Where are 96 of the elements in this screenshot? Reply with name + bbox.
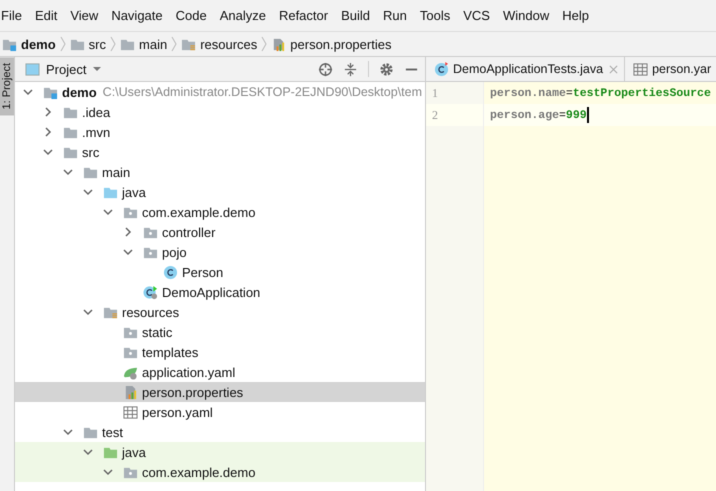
tree-item[interactable]: Person — [15, 262, 425, 282]
class-icon — [434, 62, 449, 76]
tree-item-label: com.example.demo — [142, 464, 256, 480]
tree-item-label: person.properties — [142, 384, 244, 400]
tree-item-label: java — [122, 444, 146, 460]
menu-item[interactable]: Run — [383, 8, 407, 23]
menu-item[interactable]: Analyze — [220, 8, 266, 23]
chevron-down-icon[interactable] — [23, 87, 33, 97]
table-icon — [633, 62, 648, 76]
chevron-right-icon[interactable] — [43, 127, 53, 137]
tree-item-label: DemoApplication — [162, 284, 260, 300]
window-icon — [25, 62, 40, 76]
menu-item[interactable]: File — [1, 8, 22, 23]
chevron-down-icon[interactable] — [63, 167, 73, 177]
chevron-icon — [171, 36, 178, 52]
tree-item-label: controller — [162, 224, 216, 240]
breadcrumb-item[interactable]: main — [120, 36, 168, 52]
breadcrumb-item[interactable]: src — [70, 36, 106, 52]
properties-file-icon — [123, 384, 138, 400]
tree-item-label: demo — [62, 84, 97, 100]
chevron-right-icon[interactable] — [123, 227, 133, 237]
tree-item[interactable]: pojo — [15, 242, 425, 262]
chevron-down-icon[interactable] — [83, 307, 93, 317]
tree-item-label: application.yaml — [142, 364, 236, 380]
code-line: person.name=testPropertiesSource — [489, 86, 711, 100]
tree-item-label: resources — [122, 304, 180, 320]
chevron-icon — [261, 36, 268, 52]
properties-file-icon — [271, 36, 286, 52]
settings-icon[interactable] — [379, 62, 394, 76]
tool-window-tab[interactable]: 1: Project — [0, 57, 14, 116]
tree-item[interactable]: main — [15, 162, 425, 182]
tree-item[interactable]: demo C:\Users\Administrator.DESKTOP-2EJND90\Desktop\tem — [15, 82, 425, 102]
tree-item-label: src — [82, 144, 100, 160]
tree-item[interactable]: resources — [15, 302, 425, 322]
chevron-icon — [110, 36, 116, 52]
tree-item[interactable]: application.yaml — [15, 362, 425, 382]
tree-item[interactable]: controller — [15, 222, 425, 242]
tree-item[interactable]: static — [15, 322, 425, 342]
tree-item[interactable]: person.properties — [15, 382, 425, 402]
tree-item[interactable]: person.yaml — [15, 402, 425, 422]
tree-item-label: .mvn — [82, 124, 110, 140]
menu-item[interactable]: VCS — [463, 8, 490, 23]
tree-item[interactable]: test — [15, 422, 425, 442]
caret-icon — [92, 66, 102, 72]
table-icon — [123, 404, 138, 420]
chevron-right-icon[interactable] — [43, 107, 53, 117]
panel-title-dropdown[interactable]: Project — [25, 62, 102, 76]
tree-item-label: static — [142, 324, 172, 340]
tree-item-label: java — [122, 184, 146, 200]
menu-item[interactable]: View — [70, 8, 98, 23]
tree-item-label: test — [102, 424, 123, 440]
menu-item[interactable]: Window — [502, 8, 550, 23]
tree-item-label: person.yaml — [142, 404, 213, 420]
menu-item[interactable]: Navigate — [111, 8, 163, 23]
class-icon — [163, 264, 178, 280]
tree-item-label: com.example.demo — [142, 204, 256, 220]
tree-item[interactable]: .idea — [15, 102, 425, 122]
breadcrumb-item[interactable]: demo — [2, 36, 56, 52]
chevron-down-icon[interactable] — [83, 187, 93, 197]
tree-item[interactable]: com.example.demo — [15, 462, 425, 482]
tree-item[interactable]: com.example.demo — [15, 202, 425, 222]
chevron-icon — [60, 36, 66, 52]
chevron-down-icon[interactable] — [103, 207, 113, 217]
tree-item[interactable]: templates — [15, 342, 425, 362]
breadcrumb-item[interactable]: person.properties — [271, 36, 392, 52]
tree-item-label: Person — [182, 264, 224, 280]
line-number: 1 — [431, 84, 439, 102]
collapse-icon[interactable] — [343, 62, 358, 76]
class-icon — [143, 284, 158, 300]
chevron-down-icon[interactable] — [43, 147, 53, 157]
crosshair-icon[interactable] — [318, 62, 333, 76]
tree-item[interactable]: java — [15, 182, 425, 202]
tree-item[interactable]: java — [15, 442, 425, 462]
code-line: person.age=999 — [489, 108, 587, 122]
tree-item-label: templates — [142, 344, 198, 360]
editor-tab[interactable]: person.yar — [625, 57, 716, 81]
breadcrumb-item[interactable]: resources — [181, 36, 258, 52]
editor-tab[interactable]: DemoApplicationTests.java — [426, 57, 626, 81]
chevron-down-icon[interactable] — [103, 467, 113, 477]
chevron-down-icon[interactable] — [63, 427, 73, 437]
menu-item[interactable]: Edit — [34, 8, 58, 23]
line-number: 2 — [426, 104, 483, 126]
chevron-down-icon[interactable] — [123, 247, 133, 257]
menu-item[interactable]: Build — [341, 8, 370, 23]
tree-item-label: .idea — [82, 104, 110, 120]
tree-item-label: main — [102, 164, 130, 180]
tree-item[interactable]: .mvn — [15, 122, 425, 142]
tree-item[interactable]: src — [15, 142, 425, 162]
module-path: C:\Users\Administrator.DESKTOP-2EJND90\Desktop\tem — [102, 85, 422, 99]
menu-item[interactable]: Code — [176, 8, 207, 23]
tree-item[interactable]: DemoApplication — [15, 282, 425, 302]
tree-item-label: pojo — [162, 244, 187, 260]
menu-item[interactable]: Refactor — [278, 8, 328, 23]
menu-item[interactable]: Tools — [420, 8, 450, 23]
chevron-down-icon[interactable] — [83, 447, 93, 457]
menu-item[interactable]: Help — [562, 8, 589, 23]
